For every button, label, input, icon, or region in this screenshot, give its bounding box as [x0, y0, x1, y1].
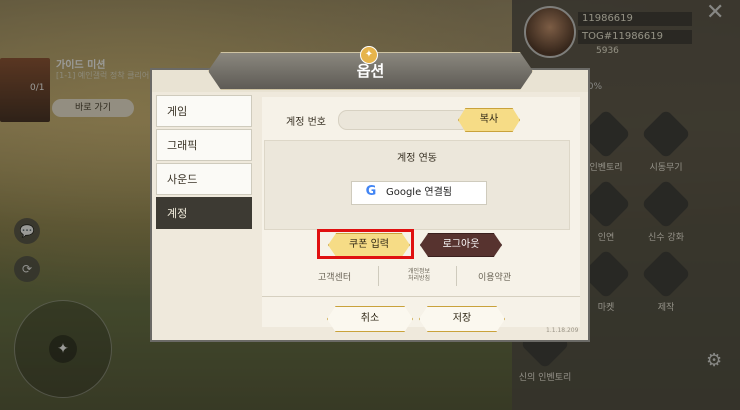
google-link-label: Google 연결됨 [385, 187, 453, 198]
customer-center-link[interactable]: 고객센터 [318, 270, 351, 283]
privacy-line-1: 개인정보 [407, 268, 431, 275]
tab-account[interactable]: 계정 [156, 197, 252, 229]
options-tabs: 게임 그래픽 사운드 계정 [156, 95, 254, 335]
privacy-line-2: 처리방침 [407, 275, 431, 282]
version-text: 1.1.18.209 [546, 327, 579, 334]
ornament-icon: ✦ [360, 46, 378, 64]
content-divider [262, 296, 580, 297]
cancel-button[interactable]: 취소 [327, 306, 413, 332]
account-link-box: 계정 연동 G Google 연결됨 [264, 140, 570, 230]
privacy-policy-link[interactable]: 개인정보 처리방침 [402, 268, 436, 282]
tab-graphics[interactable]: 그래픽 [156, 129, 252, 161]
link-separator [378, 266, 379, 286]
logout-button[interactable]: 로그아웃 [420, 233, 502, 257]
coupon-highlight-box [317, 229, 414, 259]
copy-button[interactable]: 복사 [458, 108, 520, 132]
account-link-title: 계정 연동 [397, 153, 437, 164]
link-separator [456, 266, 457, 286]
tab-sound[interactable]: 사운드 [156, 163, 252, 195]
tab-game[interactable]: 게임 [156, 95, 252, 127]
google-icon: G [365, 184, 377, 199]
account-number-label: 계정 번호 [286, 117, 326, 128]
save-button[interactable]: 저장 [419, 306, 505, 332]
google-link-button[interactable]: G Google 연결됨 [351, 181, 487, 205]
terms-link[interactable]: 이용약관 [478, 270, 511, 283]
account-number-field [338, 110, 470, 130]
